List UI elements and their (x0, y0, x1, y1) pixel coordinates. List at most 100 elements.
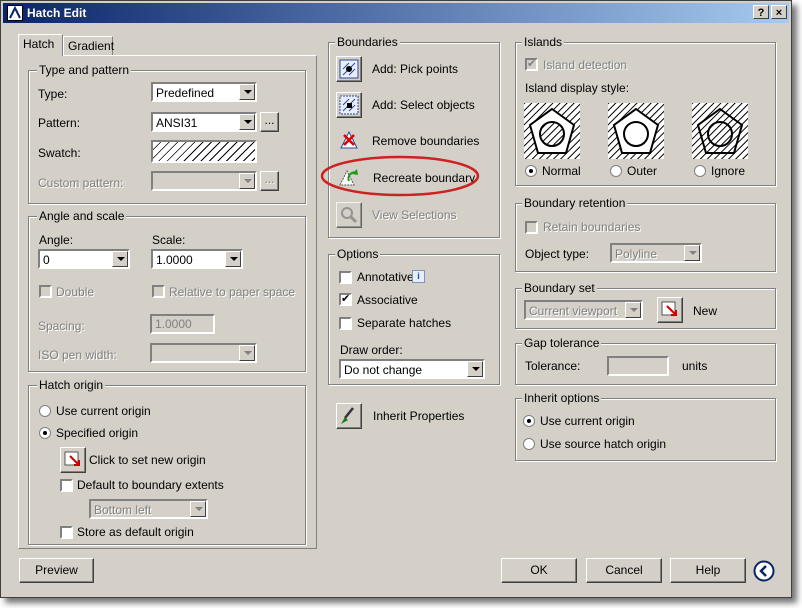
island-normal-radio[interactable] (525, 165, 537, 177)
chevron-down-icon (112, 251, 128, 267)
island-outer-label: Outer (627, 164, 657, 178)
remove-boundaries-button[interactable] (337, 128, 361, 152)
tolerance-input[interactable] (607, 356, 669, 376)
set-origin-button[interactable] (60, 447, 86, 473)
tab-gradient[interactable]: Gradient (63, 36, 113, 56)
units-label: units (682, 359, 707, 373)
pattern-select[interactable]: ANSI31 (151, 112, 257, 132)
island-ignore-preview[interactable] (692, 103, 748, 159)
island-normal-label: Normal (542, 164, 581, 178)
boundaries-legend: Boundaries (335, 35, 400, 49)
use-current-origin-label: Use current origin (56, 404, 151, 418)
island-outer-preview[interactable] (608, 103, 664, 159)
store-default-origin-checkbox[interactable] (60, 526, 73, 539)
draw-order-label: Draw order: (340, 343, 403, 357)
recreate-boundary-highlight (319, 155, 481, 197)
chevron-down-icon (467, 361, 483, 377)
iso-pen-width-select[interactable] (150, 343, 257, 363)
type-label: Type: (38, 87, 67, 101)
relative-to-paper-checkbox[interactable] (152, 285, 165, 298)
swatch-preview[interactable] (151, 140, 257, 163)
island-ignore-label: Ignore (711, 164, 745, 178)
annotative-checkbox[interactable] (339, 271, 352, 284)
chevron-down-icon (684, 245, 700, 261)
separate-hatches-checkbox[interactable] (339, 317, 352, 330)
island-outer-radio[interactable] (610, 165, 622, 177)
custom-pattern-browse-button[interactable]: ... (260, 171, 279, 191)
tab-hatch-label: Hatch (23, 37, 54, 51)
spacing-label: Spacing: (38, 319, 85, 333)
preview-button[interactable]: Preview (19, 558, 94, 583)
inherit-use-current-radio[interactable] (523, 415, 535, 427)
retain-boundaries-checkbox[interactable] (525, 221, 538, 234)
iso-pen-width-label: ISO pen width: (38, 348, 117, 362)
inherit-use-current-label: Use current origin (540, 414, 635, 428)
window-title: Hatch Edit (27, 6, 86, 20)
scale-select[interactable]: 1.0000 (151, 249, 243, 269)
new-boundary-set-button[interactable] (657, 297, 683, 323)
draw-order-value: Do not change (344, 363, 422, 377)
tab-hatch[interactable]: Hatch (18, 34, 63, 56)
paintbrush-icon (337, 404, 361, 428)
angle-and-scale-legend: Angle and scale (37, 209, 126, 223)
ok-button[interactable]: OK (501, 558, 577, 583)
new-boundary-set-label: New (693, 304, 717, 318)
chevron-down-icon (625, 302, 641, 318)
chevron-down-icon (239, 173, 255, 189)
use-current-origin-radio[interactable] (39, 405, 51, 417)
chevron-down-icon (239, 84, 255, 100)
object-type-select[interactable]: Polyline (610, 243, 702, 263)
pattern-browse-button[interactable]: ... (260, 112, 279, 132)
select-objects-icon (337, 93, 361, 117)
inherit-options-group: Inherit options (515, 398, 776, 461)
cancel-button[interactable]: Cancel (586, 558, 662, 583)
spacing-input[interactable]: 1.0000 (150, 314, 215, 334)
chevron-down-icon (225, 251, 241, 267)
inherit-options-legend: Inherit options (522, 391, 601, 405)
custom-pattern-select[interactable] (151, 171, 257, 191)
view-selections-button[interactable] (336, 202, 362, 228)
associative-label: Associative (357, 293, 418, 307)
inherit-properties-button[interactable] (336, 403, 362, 429)
boundary-set-select[interactable]: Current viewport (524, 300, 643, 320)
close-title-button[interactable]: × (771, 5, 787, 19)
title-bar: Hatch Edit ? × (3, 3, 789, 23)
boundary-set-value: Current viewport (529, 304, 617, 318)
type-value: Predefined (156, 86, 214, 100)
swatch-label: Swatch: (38, 146, 81, 160)
select-objects-label: Add: Select objects (372, 98, 475, 112)
double-checkbox[interactable] (39, 285, 52, 298)
default-boundary-extents-label: Default to boundary extents (77, 478, 224, 492)
info-icon[interactable]: i (412, 270, 425, 283)
help-button[interactable]: Help (670, 558, 746, 583)
default-boundary-extents-checkbox[interactable] (60, 479, 73, 492)
collapse-options-icon[interactable] (753, 560, 775, 582)
double-label: Double (56, 285, 94, 299)
islands-legend: Islands (522, 35, 564, 49)
specified-origin-radio[interactable] (39, 427, 51, 439)
retain-boundaries-label: Retain boundaries (543, 220, 640, 234)
type-select[interactable]: Predefined (151, 82, 257, 102)
island-detection-label: Island detection (543, 58, 627, 72)
island-ignore-radio[interactable] (694, 165, 706, 177)
pick-points-icon (337, 57, 361, 81)
draw-order-select[interactable]: Do not change (339, 359, 485, 379)
inherit-use-source-radio[interactable] (523, 438, 535, 450)
angle-select[interactable]: 0 (38, 249, 130, 269)
angle-value: 0 (43, 253, 50, 267)
associative-checkbox[interactable]: ✔ (339, 293, 352, 306)
pick-points-label: Add: Pick points (372, 62, 458, 76)
remove-boundaries-icon (337, 128, 361, 152)
scale-value: 1.0000 (156, 253, 193, 267)
select-objects-button[interactable] (336, 92, 362, 118)
island-detection-checkbox[interactable]: ✔ (525, 58, 538, 71)
pick-points-button[interactable] (336, 56, 362, 82)
boundary-extents-select[interactable]: Bottom left (89, 499, 208, 519)
object-type-label: Object type: (525, 247, 589, 261)
island-normal-preview[interactable] (524, 103, 580, 159)
custom-pattern-label: Custom pattern: (38, 176, 123, 190)
help-title-button[interactable]: ? (753, 5, 769, 19)
chevron-down-icon (239, 345, 255, 361)
options-legend: Options (335, 247, 380, 261)
view-selections-label: View Selections (372, 208, 457, 222)
